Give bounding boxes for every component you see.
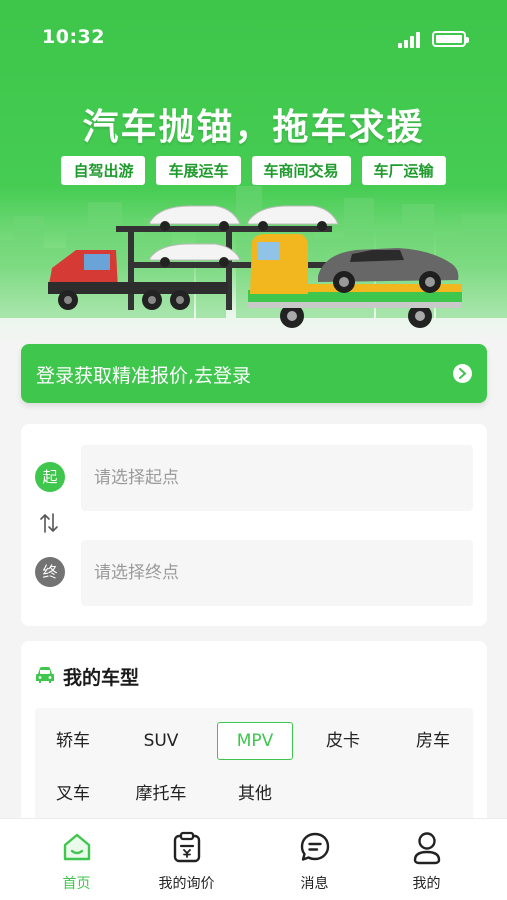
status-time: 10:32 (42, 26, 105, 48)
vehicle-type-option-motorcycle[interactable]: 摩托车 (123, 775, 199, 813)
vehicle-type-option-pickup[interactable]: 皮卡 (305, 722, 381, 760)
vehicle-type-option-rv[interactable]: 房车 (395, 722, 471, 760)
vehicle-type-option-other[interactable]: 其他 (217, 775, 293, 813)
hero-banner: 10:32 汽车抛锚，拖车求援 自驾出游 车展运车 车商间交易 车厂运输 (0, 0, 507, 340)
home-icon (63, 833, 90, 861)
tow-trucks-illustration (48, 205, 462, 328)
nav-item-messages[interactable]: 消息 (264, 819, 365, 900)
vehicle-type-option-sedan[interactable]: 轿车 (35, 722, 111, 760)
login-banner[interactable]: 登录获取精准报价,去登录 (21, 344, 487, 403)
hero-tag: 车展运车 (156, 156, 241, 185)
vehicle-type-title: 我的车型 (63, 667, 140, 689)
status-bar: 10:32 (0, 26, 507, 52)
nav-item-profile[interactable]: 我的 (376, 819, 477, 900)
signal-icon (398, 32, 424, 48)
route-card: 起 终 (21, 424, 487, 626)
car-icon (36, 667, 54, 683)
end-location-input[interactable] (81, 540, 473, 606)
hero-tag: 车商间交易 (251, 156, 351, 185)
message-icon (300, 832, 329, 861)
start-location-input[interactable] (81, 445, 473, 511)
hero-tags: 自驾出游 车展运车 车商间交易 车厂运输 (0, 156, 507, 185)
vehicle-type-option-mpv[interactable]: MPV (217, 722, 293, 760)
battery-icon (432, 31, 469, 47)
nav-item-home[interactable]: 首页 (26, 819, 127, 900)
start-badge: 起 (35, 462, 65, 492)
chevron-right-icon (453, 364, 472, 383)
swap-icon[interactable] (39, 512, 59, 538)
nav-item-quotes[interactable]: 我的询价 (136, 819, 237, 900)
nav-label-home: 首页 (62, 876, 91, 892)
vehicle-type-option-forklift[interactable]: 叉车 (35, 775, 111, 813)
nav-label-profile: 我的 (412, 876, 441, 892)
end-badge: 终 (35, 557, 65, 587)
nav-label-quotes: 我的询价 (158, 876, 215, 892)
clipboard-quote-icon (173, 831, 200, 863)
vehicle-type-card: 我的车型 轿车 SUV MPV 皮卡 房车 叉车 摩托车 其他 (21, 641, 487, 841)
nav-label-messages: 消息 (300, 876, 329, 892)
hero-tag: 自驾出游 (61, 156, 146, 185)
hero-tag: 车厂运输 (361, 156, 446, 185)
hero-title: 汽车抛锚，拖车求援 (82, 107, 425, 148)
login-banner-text: 登录获取精准报价,去登录 (36, 365, 252, 387)
vehicle-type-option-suv[interactable]: SUV (123, 722, 199, 760)
person-icon (413, 832, 440, 865)
bottom-nav: 首页 我的询价 消息 我的 (0, 818, 507, 900)
